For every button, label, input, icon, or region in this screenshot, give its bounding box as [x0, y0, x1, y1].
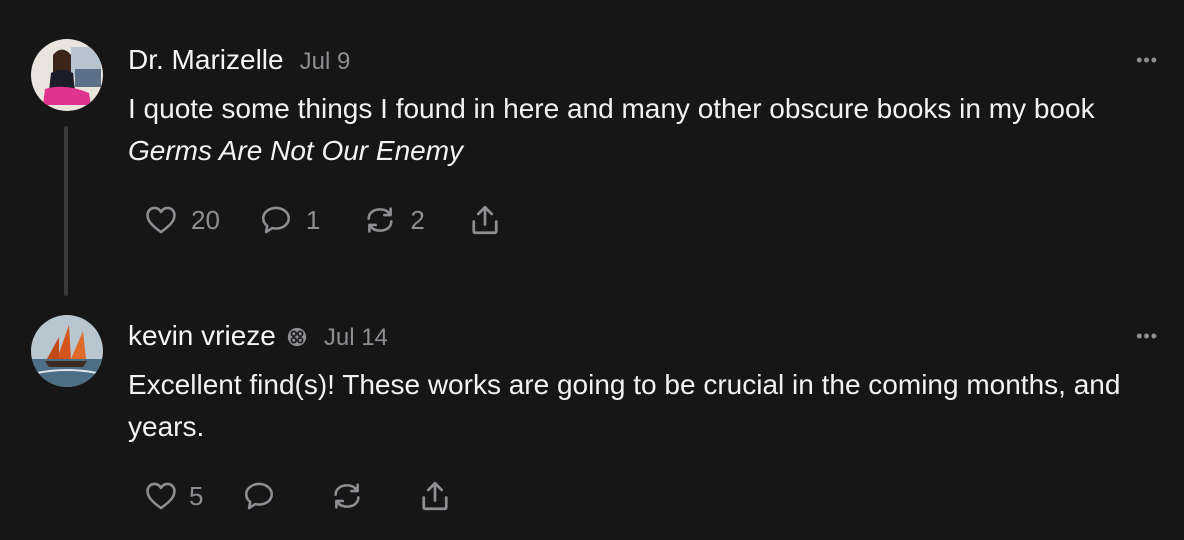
author-name[interactable]: Dr. Marizelle — [128, 44, 284, 76]
comment-header: kevin vrieze Jul 14 — [128, 320, 388, 352]
share-icon — [422, 481, 449, 511]
like-count: 5 — [189, 480, 204, 511]
action-bar: 5 — [143, 478, 453, 514]
restack-button[interactable]: 2 — [362, 203, 425, 237]
reply-button[interactable]: 1 — [258, 203, 320, 237]
restack-icon — [367, 207, 393, 233]
comment-item: Dr. Marizelle Jul 9 ••• I quote some thi… — [0, 0, 1184, 300]
share-button[interactable] — [417, 478, 453, 514]
heart-icon — [146, 482, 176, 510]
verified-badge-icon — [287, 327, 307, 347]
reply-button[interactable] — [241, 479, 277, 513]
author-name[interactable]: kevin vrieze — [128, 320, 276, 352]
share-button[interactable] — [467, 202, 503, 238]
like-button[interactable]: 20 — [143, 203, 220, 237]
thread-line — [64, 126, 68, 296]
restack-icon — [334, 483, 361, 509]
restack-count: 2 — [410, 204, 425, 235]
comment-icon — [245, 482, 274, 510]
book-title: Germs Are Not Our Enemy — [128, 135, 464, 166]
like-count: 20 — [191, 204, 220, 235]
restack-button[interactable] — [329, 479, 365, 513]
comment-item: kevin vrieze Jul 14 ••• Excellent find(s… — [0, 300, 1184, 540]
like-button[interactable]: 5 — [143, 479, 203, 513]
comment-date[interactable]: Jul 14 — [324, 324, 388, 352]
comment-body: Excellent find(s)! These works are going… — [128, 369, 1121, 442]
heart-icon — [146, 206, 176, 234]
reply-count: 1 — [305, 204, 321, 235]
share-icon — [472, 205, 498, 235]
more-icon[interactable]: ••• — [1136, 50, 1158, 71]
comment-body: I quote some things I found in here and … — [128, 88, 1138, 172]
more-icon[interactable]: ••• — [1136, 326, 1158, 347]
avatar[interactable] — [31, 315, 103, 387]
action-bar: 20 1 2 — [143, 202, 503, 238]
comment-date[interactable]: Jul 9 — [300, 48, 351, 76]
comment-icon — [261, 206, 290, 234]
comment-text: I quote some things I found in here and … — [128, 93, 1095, 124]
avatar[interactable] — [31, 39, 103, 111]
comment-header: Dr. Marizelle Jul 9 — [128, 44, 350, 76]
